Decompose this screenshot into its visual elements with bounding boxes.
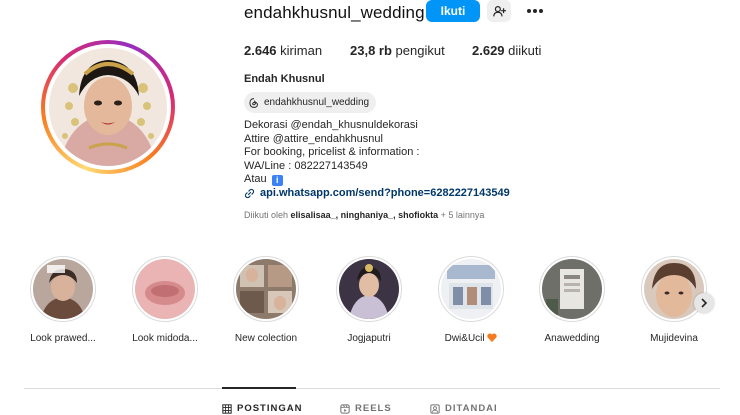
highlight-item[interactable]: Look prawed...: [17, 256, 109, 344]
followed-by-text[interactable]: Diikuti oleh elisalisaa_, ninghaniya_, s…: [244, 210, 484, 220]
profile-link[interactable]: api.whatsapp.com/send?phone=628222714354…: [244, 187, 510, 199]
highlight-label: New colection: [234, 333, 298, 344]
person-add-icon: [492, 5, 506, 18]
profile-bio: Dekorasi @endah_khusnuldekorasi Attire @…: [244, 119, 419, 187]
profile-avatar[interactable]: [41, 40, 175, 174]
highlights-next-button[interactable]: [694, 293, 714, 313]
highlight-item[interactable]: Look midoda...: [119, 256, 211, 344]
highlight-cover: [33, 259, 93, 319]
orange-heart-icon: [487, 333, 498, 345]
grid-icon: [222, 403, 232, 414]
link-icon: [244, 188, 255, 199]
highlight-item[interactable]: Jogjaputri: [323, 256, 415, 344]
more-horizontal-icon: [526, 8, 544, 14]
highlight-cover: [644, 259, 704, 319]
tab-posts[interactable]: POSTINGAN: [222, 403, 302, 414]
highlight-label: Look prawed...: [30, 333, 96, 344]
profile-full-name: Endah Khusnul: [244, 73, 325, 85]
following-stat[interactable]: 2.629 diikuti: [472, 43, 541, 58]
reels-icon: [340, 403, 350, 414]
more-options-button[interactable]: [524, 0, 546, 22]
bio-line: Attire @attire_endahkhusnul: [244, 132, 383, 145]
highlight-item[interactable]: Dwi&Ucil: [425, 256, 517, 345]
follow-button[interactable]: Ikuti: [426, 0, 480, 22]
posts-stat: 2.646 kiriman: [244, 43, 323, 58]
highlight-label: Jogjaputri: [347, 333, 391, 344]
story-highlights: Look prawed... Look midoda... New colect…: [0, 256, 740, 356]
threads-icon: [249, 97, 259, 108]
highlight-item[interactable]: New colection: [220, 256, 312, 344]
tab-reels[interactable]: REELS: [340, 403, 392, 414]
tabs-divider: [24, 388, 720, 389]
highlight-label: Mujidevina: [650, 333, 698, 344]
tagged-icon: [430, 403, 440, 414]
bio-line: For booking, pricelist & information :: [244, 146, 420, 158]
highlight-item[interactable]: Anawedding: [526, 256, 618, 344]
highlight-cover: [441, 259, 501, 319]
threads-handle: endahkhusnul_wedding: [264, 97, 370, 108]
link-text: api.whatsapp.com/send?phone=628222714354…: [260, 187, 510, 199]
suggest-users-button[interactable]: [487, 0, 511, 22]
bio-line: WA/Line : 082227143549: [244, 159, 368, 172]
profile-username: endahkhusnul_wedding: [244, 3, 425, 22]
followers-stat[interactable]: 23,8 rb pengikut: [350, 43, 445, 58]
highlight-label: Anawedding: [544, 333, 600, 344]
threads-badge[interactable]: endahkhusnul_wedding: [244, 92, 377, 113]
highlight-cover: [542, 259, 602, 319]
tab-tagged[interactable]: DITANDAI: [430, 403, 498, 414]
active-tab-indicator: [222, 387, 296, 389]
highlight-cover: [339, 259, 399, 319]
information-emoji-icon: i: [271, 175, 283, 186]
chevron-right-icon: [700, 298, 708, 308]
highlight-cover: [236, 259, 296, 319]
bio-line: Dekorasi @endah_khusnuldekorasi: [244, 119, 418, 131]
highlight-label: Dwi&Ucil: [425, 333, 517, 345]
highlight-cover: [135, 259, 195, 319]
bio-line: Atau i: [244, 173, 419, 187]
avatar-image: [49, 48, 167, 166]
highlight-label: Look midoda...: [132, 333, 198, 344]
